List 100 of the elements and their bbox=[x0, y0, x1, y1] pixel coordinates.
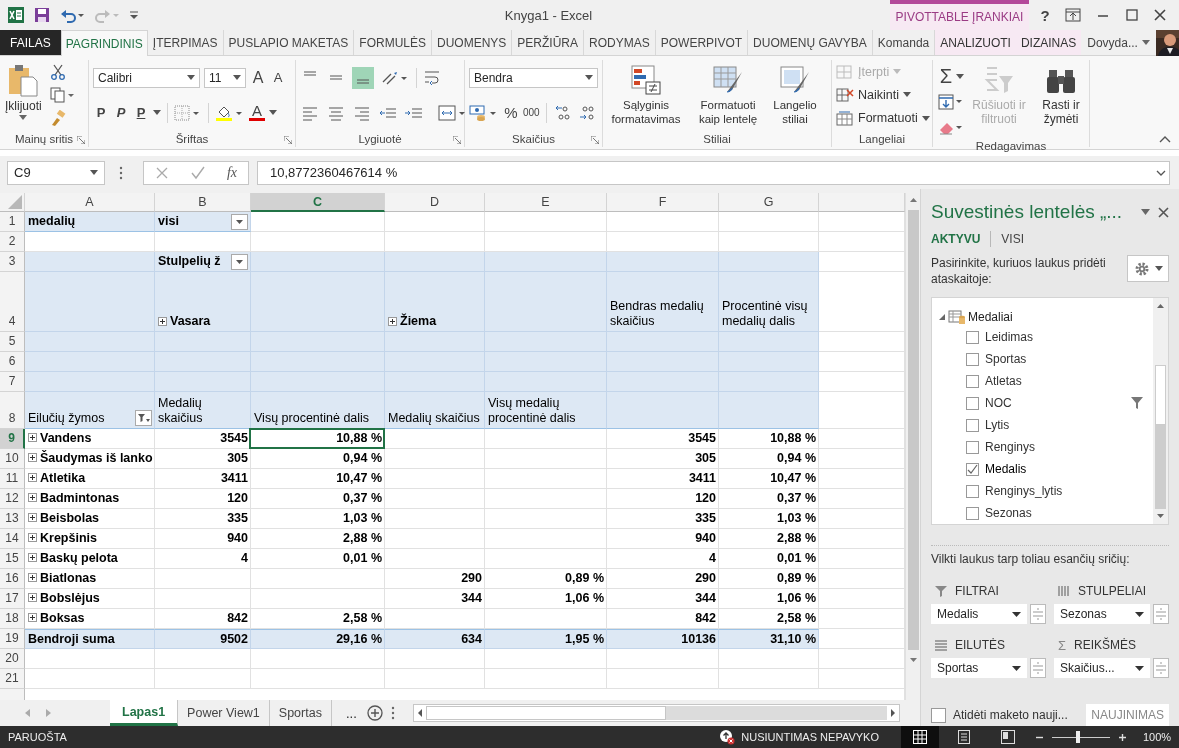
checkbox[interactable] bbox=[966, 374, 979, 388]
vertical-scrollbar[interactable] bbox=[1153, 298, 1168, 524]
filter-dropdown-button[interactable] bbox=[135, 410, 152, 426]
name-box[interactable]: C9 bbox=[7, 160, 105, 185]
pane-tab[interactable]: VISI bbox=[1001, 232, 1025, 246]
checkbox[interactable] bbox=[966, 484, 979, 498]
caret-icon[interactable] bbox=[956, 73, 964, 79]
field-name[interactable]: Atletas bbox=[985, 374, 1022, 388]
expand-icon[interactable] bbox=[158, 317, 167, 326]
font-color-button[interactable]: A bbox=[249, 104, 265, 121]
ribbon-display-icon[interactable] bbox=[1064, 8, 1081, 22]
spreadsheet-logo-icon[interactable] bbox=[7, 6, 25, 24]
dropdown-button[interactable] bbox=[231, 253, 248, 270]
fill-down-icon[interactable] bbox=[938, 94, 964, 110]
ribbon-tab[interactable]: POWERPIVOT bbox=[655, 30, 749, 55]
percent-style-button[interactable]: % bbox=[503, 104, 519, 121]
expand-icon[interactable] bbox=[28, 612, 37, 622]
number-format-field[interactable]: Bendra bbox=[469, 67, 598, 88]
row-number[interactable]: 21 bbox=[0, 669, 25, 689]
checkbox[interactable] bbox=[966, 396, 979, 410]
caret-icon[interactable] bbox=[1141, 209, 1150, 215]
row-number[interactable]: 6 bbox=[0, 352, 25, 372]
ribbon-tab[interactable]: PERŽIŪRA bbox=[512, 30, 585, 55]
row-number[interactable]: 16 bbox=[0, 569, 25, 589]
column-header[interactable]: G bbox=[719, 193, 819, 212]
expand-icon[interactable] bbox=[28, 592, 37, 602]
formula-field[interactable]: 10,8772360467614 % bbox=[257, 160, 1170, 185]
collapse-ribbon-icon[interactable] bbox=[1159, 135, 1171, 143]
cells-command-button[interactable]: Naikinti bbox=[836, 87, 928, 103]
zoom-slider-thumb[interactable] bbox=[1076, 731, 1081, 743]
customize-toolbar-icon[interactable] bbox=[129, 10, 139, 20]
font-size-field[interactable]: 11 bbox=[204, 67, 246, 88]
ribbon-tab[interactable]: DUOMENYS bbox=[432, 30, 513, 55]
cut-icon[interactable] bbox=[49, 63, 66, 80]
column-header[interactable]: E bbox=[485, 193, 607, 212]
maximize-icon[interactable] bbox=[1124, 8, 1139, 22]
column-header[interactable]: D bbox=[385, 193, 485, 212]
area-field-dropdown[interactable]: Sportas bbox=[931, 658, 1027, 678]
font-family-field[interactable]: Calibri bbox=[93, 67, 200, 88]
pane-tab[interactable]: AKTYVU bbox=[931, 232, 981, 246]
expand-formula-bar-icon[interactable] bbox=[1156, 169, 1166, 176]
view-button[interactable] bbox=[901, 726, 939, 748]
row-number[interactable]: 9 bbox=[0, 429, 25, 449]
expand-icon[interactable] bbox=[28, 552, 37, 562]
more-sheets-button[interactable]: ... bbox=[345, 705, 357, 721]
settings-button[interactable] bbox=[1127, 255, 1169, 282]
field-name[interactable]: Sezonas bbox=[985, 506, 1032, 520]
help-button[interactable]: ? bbox=[1040, 6, 1050, 24]
expand-icon[interactable] bbox=[28, 532, 37, 542]
dialog-launcher-icon[interactable] bbox=[453, 136, 461, 144]
ribbon-tab[interactable]: PUSLAPIO MAKETAS bbox=[223, 30, 355, 55]
drag-handle-icon[interactable] bbox=[119, 165, 123, 180]
move-handle-icon[interactable] bbox=[1153, 604, 1169, 624]
comma-style-button[interactable]: 000 bbox=[523, 107, 540, 118]
row-number[interactable]: 10 bbox=[0, 449, 25, 469]
row-number[interactable]: 15 bbox=[0, 549, 25, 569]
field-name[interactable]: NOC bbox=[985, 396, 1012, 410]
table-name[interactable]: Medaliai bbox=[968, 310, 1013, 324]
ribbon-tab[interactable]: PAGRINDINIS bbox=[60, 30, 148, 56]
upload-status[interactable]: NUSIUNTIMAS NEPAVYKO bbox=[741, 731, 879, 743]
move-handle-icon[interactable] bbox=[1030, 604, 1046, 624]
row-number[interactable]: 4 bbox=[0, 272, 25, 332]
checkbox[interactable] bbox=[966, 352, 979, 366]
row-number[interactable]: 8 bbox=[0, 392, 25, 429]
ribbon-tab[interactable]: FAILAS bbox=[0, 30, 61, 55]
area-field-dropdown[interactable]: Medalis bbox=[931, 604, 1027, 624]
area-field-dropdown[interactable]: Skaičius... bbox=[1054, 658, 1150, 678]
checkbox[interactable] bbox=[966, 440, 979, 454]
expand-icon[interactable] bbox=[28, 512, 37, 522]
shrink-font-button[interactable]: A bbox=[270, 70, 286, 85]
checkbox[interactable] bbox=[966, 418, 979, 432]
area-field-dropdown[interactable]: Sezonas bbox=[1054, 604, 1150, 624]
ribbon-tab[interactable]: DUOMENŲ GAVYBA bbox=[748, 30, 873, 55]
expand-icon[interactable] bbox=[28, 452, 37, 462]
row-number[interactable]: 11 bbox=[0, 469, 25, 489]
expand-icon[interactable] bbox=[28, 472, 37, 482]
editing-command-button[interactable]: Rasti ir žymėti bbox=[1032, 64, 1090, 126]
dropdown-button[interactable] bbox=[231, 213, 248, 230]
row-number[interactable]: 13 bbox=[0, 509, 25, 529]
scroll-thumb[interactable] bbox=[425, 706, 666, 720]
row-number[interactable]: 3 bbox=[0, 252, 25, 272]
caret-icon[interactable] bbox=[269, 110, 277, 115]
row-number[interactable]: 5 bbox=[0, 332, 25, 352]
close-icon[interactable] bbox=[1158, 206, 1169, 218]
scroll-thumb[interactable] bbox=[1155, 365, 1166, 425]
row-number[interactable]: 14 bbox=[0, 529, 25, 549]
row-number[interactable]: 20 bbox=[0, 649, 25, 669]
accounting-format-icon[interactable] bbox=[469, 103, 499, 122]
column-header[interactable]: C bbox=[251, 193, 385, 212]
caret-icon[interactable] bbox=[153, 110, 161, 115]
move-handle-icon[interactable] bbox=[1153, 658, 1169, 678]
autosum-button[interactable]: Σ bbox=[938, 64, 954, 88]
user-account-button[interactable]: Dovyda... bbox=[1087, 35, 1138, 50]
insert-function-button[interactable]: fx bbox=[226, 164, 237, 181]
sheet-tab[interactable]: Lapas1 bbox=[110, 700, 179, 726]
align-bottom-icon[interactable] bbox=[352, 66, 374, 89]
field-name[interactable]: Leidimas bbox=[985, 330, 1034, 344]
styles-button[interactable]: Sąlyginis formatavimas bbox=[605, 64, 687, 126]
checkbox[interactable] bbox=[966, 330, 979, 344]
expand-icon[interactable] bbox=[28, 492, 37, 502]
